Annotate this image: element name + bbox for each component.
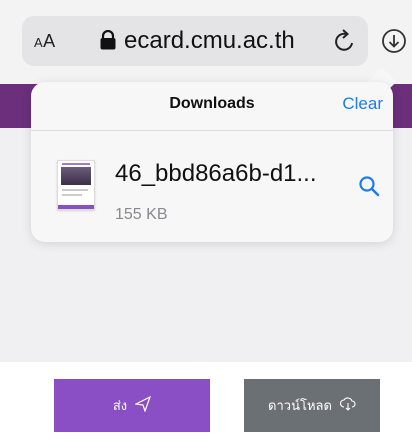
browser-toolbar: AA ecard.cmu.ac.th (0, 0, 412, 84)
download-icon[interactable] (380, 27, 408, 55)
page-download-label: ดาวน์โหลด (268, 398, 332, 413)
send-icon (134, 395, 152, 415)
url-domain: ecard.cmu.ac.th (124, 27, 295, 54)
send-button-label: ส่ง (112, 398, 128, 413)
send-button[interactable]: ส่ง (54, 379, 210, 432)
magnifier-icon[interactable] (357, 174, 381, 198)
downloads-title: Downloads (169, 95, 255, 112)
lock-icon (100, 29, 116, 50)
reload-icon[interactable] (332, 27, 358, 55)
downloads-popover: Downloads Clear 46_bbd86a6b-d1... 155 KB (31, 82, 393, 242)
file-name: 46_bbd86a6b-d1... (115, 160, 317, 187)
file-size: 155 KB (115, 206, 168, 223)
text-size-button[interactable]: AA (34, 31, 56, 52)
downloads-header: Downloads Clear (31, 82, 393, 131)
address-bar[interactable]: AA ecard.cmu.ac.th (22, 16, 368, 66)
page-download-button[interactable]: ดาวน์โหลด (244, 379, 380, 432)
cloud-download-icon (339, 397, 356, 414)
file-thumbnail (57, 160, 95, 210)
clear-button[interactable]: Clear (342, 94, 383, 114)
